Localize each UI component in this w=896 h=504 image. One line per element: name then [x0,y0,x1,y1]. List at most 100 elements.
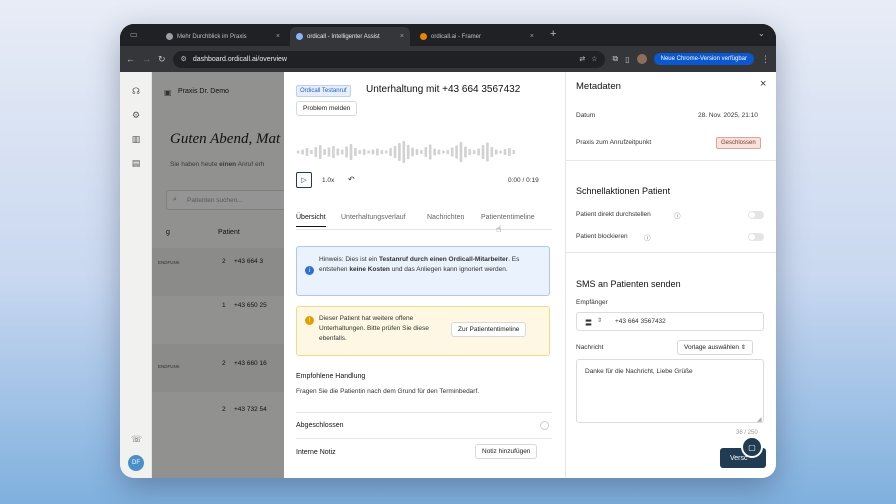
back-icon[interactable]: ← [126,54,135,64]
waveform-bar [393,146,397,158]
test-call-notice: i Hinweis: Dies ist ein Testanruf durch … [296,246,550,296]
report-problem-button[interactable]: Problem melden [296,101,358,116]
tab-search-icon[interactable]: ⌄ [758,29,765,38]
warning-icon: ! [305,316,314,325]
sms-title: SMS an Patienten senden [576,279,681,289]
forward-patient-toggle[interactable] [748,211,764,219]
divider [296,412,552,413]
flag-icon: 〓 [585,320,592,327]
profile-icon[interactable] [636,54,647,64]
rewind-icon[interactable]: ↶ [348,175,355,184]
waveform-bar [481,145,485,159]
info-suffix: und das Anliegen kann ignoriert werden. [389,266,508,273]
bookmark-star-icon[interactable]: ☆ [591,55,597,63]
block-patient-label: Patient blockieren [576,233,628,240]
settings-icon[interactable]: ⚙ [131,110,141,120]
waveform-bar [389,148,392,156]
waveform-bar [310,150,313,154]
playback-time: 0:00 / 0:19 [508,177,539,184]
conversation-panel: Ordicall Testanruf Unterhaltung mit +43 … [284,72,566,478]
patient-timeline-button[interactable]: Zur Patiententimeline [451,322,527,337]
waveform-bar [464,146,467,158]
waveform-bar [301,149,304,155]
country-dropdown-icon[interactable]: ⇕ [597,317,602,324]
divider [296,438,552,439]
info-bold-2: keine Kosten [349,266,390,273]
conversation-tabs: Übersicht Unterhaltungsverlauf Nachricht… [296,214,552,230]
waveform-bar [332,146,335,158]
waveform-bar [358,150,362,154]
resize-handle-icon[interactable]: ◢ [757,416,762,423]
left-navigation: ☊ ⚙ ▥ ▤ ☏ DF [120,72,152,478]
close-tab-icon[interactable]: × [400,33,404,40]
mouse-cursor-icon: ☝ [496,224,502,234]
extensions-icon[interactable]: ⧉ [612,54,618,64]
address-bar[interactable]: ⚙ dashboard.ordicall.ai/overview ⇄ ☆ [172,50,606,68]
recipient-value: +43 664 3567432 [615,318,666,325]
waveform-bar [340,149,344,155]
waveform-bar [455,145,458,159]
chrome-update-button[interactable]: Neue Chrome-Version verfügbar [653,53,754,65]
browser-toolbar: ← → ↻ ⚙ dashboard.ordicall.ai/overview ⇄… [120,46,776,72]
forward-patient-label: Patient direkt durchstellen [576,211,651,218]
conversation-title: Unterhaltung mit +43 664 3567432 [366,84,521,95]
headset-icon[interactable]: ☊ [131,86,141,96]
reload-icon[interactable]: ↻ [158,54,166,65]
tab-overview[interactable]: Übersicht [296,214,326,227]
tab-patient-timeline[interactable]: Patiententimeline [481,214,535,221]
open-conversations-warning: ! Dieser Patient hat weitere offene Unte… [296,306,550,356]
tab-conversation-history[interactable]: Unterhaltungsverlauf [341,214,406,221]
chat-widget-icon[interactable]: ▢ [741,436,763,458]
browser-menu-icon[interactable]: ⋮ [761,54,770,65]
waveform-bar [415,149,419,155]
browser-tab-1[interactable]: Mehr Durchblick im Praxis × [160,27,286,46]
metadata-title: Metadaten [576,81,621,92]
template-select-button[interactable]: Vorlage auswählen ⇕ [677,340,753,355]
book-icon[interactable]: ▤ [131,158,141,168]
divider [566,160,776,161]
block-patient-toggle[interactable] [748,233,764,241]
side-panel-icon[interactable]: ▯ [625,55,629,64]
tab-label: ordicall.ai - Framer [431,33,482,40]
metadata-panel: Metadaten × Datum 28. Nov. 2025, 21:10 P… [566,72,776,478]
forward-info-icon: ⓘ [674,213,681,220]
play-button[interactable]: ▷ [296,172,312,188]
message-label: Nachricht [576,344,604,351]
waveform-bar [446,150,450,154]
url-text: dashboard.ordicall.ai/overview [192,55,287,63]
message-textarea[interactable]: Danke für die Nachricht, Liebe Grüße ◢ [576,359,764,423]
phone-icon[interactable]: ☏ [131,434,142,444]
recipient-field[interactable]: 〓 ⇕ +43 664 3567432 [576,312,764,331]
practice-closed-badge: Geschlossen [716,137,761,149]
translate-icon[interactable]: ⇄ [579,55,585,63]
message-text: Danke für die Nachricht, Liebe Grüße [585,368,693,375]
tab-overview-icon[interactable]: ▭ [130,30,138,39]
waveform-bar [345,146,348,158]
tab-messages[interactable]: Nachrichten [427,214,464,221]
add-note-button[interactable]: Notiz hinzufügen [475,444,538,459]
forward-icon[interactable]: → [142,54,151,64]
waveform-bar [371,149,375,155]
waveform-bar [459,142,463,162]
browser-tab-2[interactable]: ordicall - Intelligenter Assist × [290,27,410,46]
avatar[interactable]: DF [128,455,144,471]
waveform-bar [296,150,300,154]
info-bold-1: Testanruf durch einen Ordicall-Mitarbeit… [378,256,509,263]
tab-favicon-icon [166,33,173,40]
new-tab-button[interactable]: + [550,28,556,40]
completed-checkbox[interactable] [540,421,549,430]
playback-speed[interactable]: 1.0x [322,177,334,184]
close-tab-icon[interactable]: × [530,33,534,40]
chart-icon[interactable]: ▥ [131,134,141,144]
browser-tab-3[interactable]: ordicall.ai - Framer × [414,27,540,46]
audio-waveform[interactable] [296,136,516,168]
waveform-bar [354,148,357,156]
test-call-badge: Ordicall Testanruf [296,85,351,97]
site-info-icon[interactable]: ⚙ [181,55,187,63]
tab-label: ordicall - Intelligenter Assist [307,33,380,40]
waveform-bar [336,148,340,156]
close-tab-icon[interactable]: × [276,33,280,40]
waveform-bar [406,145,410,159]
warning-text: Dieser Patient hat weitere offene Unterh… [319,315,429,342]
close-icon[interactable]: × [760,78,766,90]
